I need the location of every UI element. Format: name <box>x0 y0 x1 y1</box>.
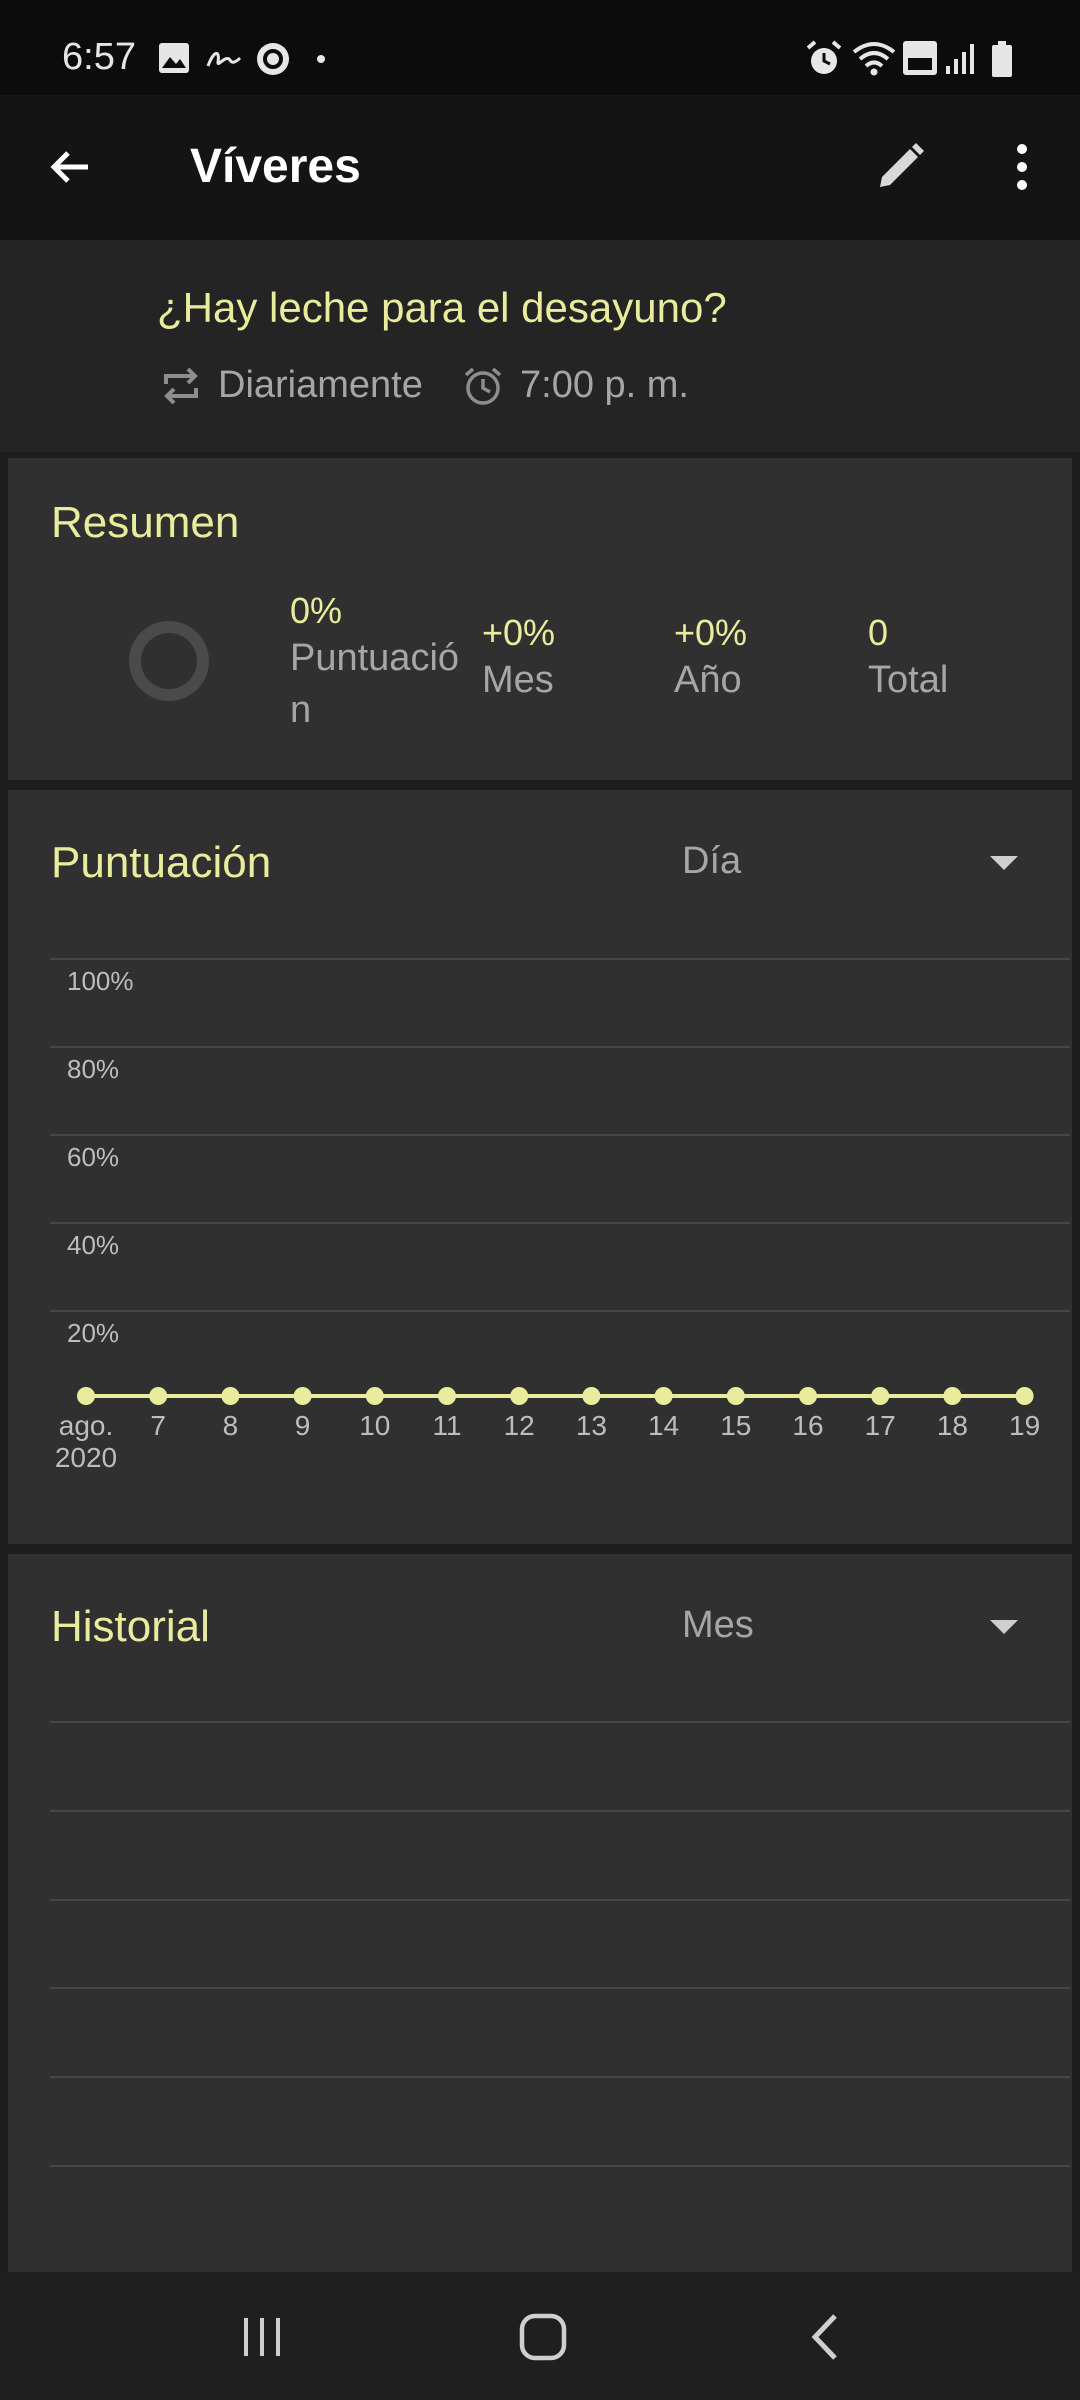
score-point <box>77 1387 95 1405</box>
score-point <box>293 1387 312 1405</box>
back-chevron-icon <box>811 2314 837 2360</box>
pencil-icon <box>880 143 924 187</box>
habit-header: ¿Hay leche para el desayuno? Diariamente… <box>0 240 1080 452</box>
score-point <box>726 1387 745 1405</box>
x-tick-label: 17 <box>864 1410 896 1441</box>
history-period-dropdown[interactable]: Mes <box>682 1604 754 1647</box>
score-point <box>654 1387 673 1405</box>
app-bar: Víveres <box>0 95 1080 240</box>
summary-card: Resumen 0% Puntuació n +0% Mes +0% Año 0… <box>8 458 1072 780</box>
signature-icon <box>206 52 242 67</box>
score-card: Puntuación Día 100% 80% 60% 40% 20% ago. 7 8 9 10… <box>8 790 1072 1544</box>
status-bar: 6:57 <box>0 0 1080 95</box>
score-point <box>149 1387 168 1405</box>
score-point <box>943 1387 962 1405</box>
stat-score: 0% Puntuació n <box>290 590 480 736</box>
x-tick-label: ago. <box>58 1410 114 1441</box>
reminder-text: 7:00 p. m. <box>520 364 689 406</box>
stat-total: 0 Total <box>868 612 948 706</box>
x-tick-label: 9 <box>294 1410 311 1441</box>
dropdown-arrow-icon[interactable] <box>990 1620 1018 1634</box>
score-point <box>365 1387 384 1405</box>
x-tick-label: 15 <box>720 1410 752 1441</box>
score-chart: 100% 80% 60% 40% 20% ago. 7 8 9 10 11 12 13 14 15 16 17 1… <box>8 790 1072 1544</box>
x-year-label: 2020 <box>54 1442 118 1473</box>
arrow-back-icon <box>50 151 88 183</box>
navigation-bar <box>0 2272 1080 2400</box>
score-point <box>1015 1387 1034 1405</box>
frequency-info: Diariamente <box>160 364 423 407</box>
home-icon <box>519 2313 567 2361</box>
stat-total-label: Total <box>868 659 949 701</box>
back-nav-button[interactable] <box>790 2302 860 2372</box>
x-tick-label: 16 <box>792 1410 824 1441</box>
score-point <box>510 1387 529 1405</box>
stat-score-label: Puntuació n <box>290 637 460 731</box>
repeat-icon <box>164 367 198 404</box>
page-title: Víveres <box>190 140 361 193</box>
back-button[interactable] <box>40 135 104 199</box>
x-tick-label: 8 <box>222 1410 239 1441</box>
stat-total-value: 0 <box>868 612 889 653</box>
more-options-button[interactable] <box>990 135 1054 199</box>
history-gridline <box>50 2165 1070 2167</box>
score-point <box>582 1387 601 1405</box>
history-gridline <box>50 1987 1070 1989</box>
history-gridline <box>50 1721 1070 1723</box>
score-ring-icon <box>129 621 209 701</box>
reminder-info: 7:00 p. m. <box>462 364 689 407</box>
x-tick-label: 19 <box>1009 1410 1041 1441</box>
score-point <box>799 1387 817 1405</box>
x-tick-label: 13 <box>575 1410 607 1441</box>
alarm-icon <box>806 40 842 74</box>
x-tick-label: 14 <box>648 1410 680 1441</box>
sync-icon <box>257 43 289 75</box>
status-time: 6:57 <box>62 36 136 78</box>
home-button[interactable] <box>508 2302 578 2372</box>
score-point <box>221 1387 240 1405</box>
wifi-icon <box>852 42 896 76</box>
history-gridline <box>50 1899 1070 1901</box>
stat-month-label: Mes <box>482 659 554 701</box>
stat-year: +0% Año <box>674 612 747 706</box>
x-tick-label: 18 <box>936 1410 968 1441</box>
x-tick-label: 10 <box>359 1410 391 1441</box>
history-title: Historial <box>51 1602 210 1651</box>
frequency-text: Diariamente <box>218 364 423 406</box>
edit-button[interactable] <box>868 135 932 199</box>
recent-apps-button[interactable] <box>228 2302 298 2372</box>
signal-icon <box>946 44 974 74</box>
stat-month-value: +0% <box>482 612 556 653</box>
score-point <box>438 1387 456 1405</box>
history-card: Historial Mes <box>8 1554 1072 2272</box>
volte-4g-icon <box>903 41 937 75</box>
history-gridline <box>50 1810 1070 1812</box>
more-vert-icon <box>1017 144 1027 190</box>
stat-month: +0% Mes <box>482 612 555 706</box>
recent-apps-icon <box>244 2318 280 2356</box>
x-tick-label: 12 <box>503 1410 535 1441</box>
score-point <box>871 1387 890 1405</box>
notification-dot-icon <box>317 55 325 63</box>
gallery-icon <box>159 43 189 73</box>
battery-icon <box>992 41 1012 77</box>
habit-question: ¿Hay leche para el desayuno? <box>157 284 727 331</box>
history-gridline <box>50 2076 1070 2078</box>
stat-year-label: Año <box>674 659 742 701</box>
stat-score-value: 0% <box>290 590 343 631</box>
x-tick-label: 11 <box>432 1410 462 1441</box>
summary-title: Resumen <box>51 498 240 547</box>
x-tick-label: 7 <box>150 1410 166 1441</box>
alarm-clock-icon <box>464 367 502 405</box>
stat-year-value: +0% <box>674 612 748 653</box>
